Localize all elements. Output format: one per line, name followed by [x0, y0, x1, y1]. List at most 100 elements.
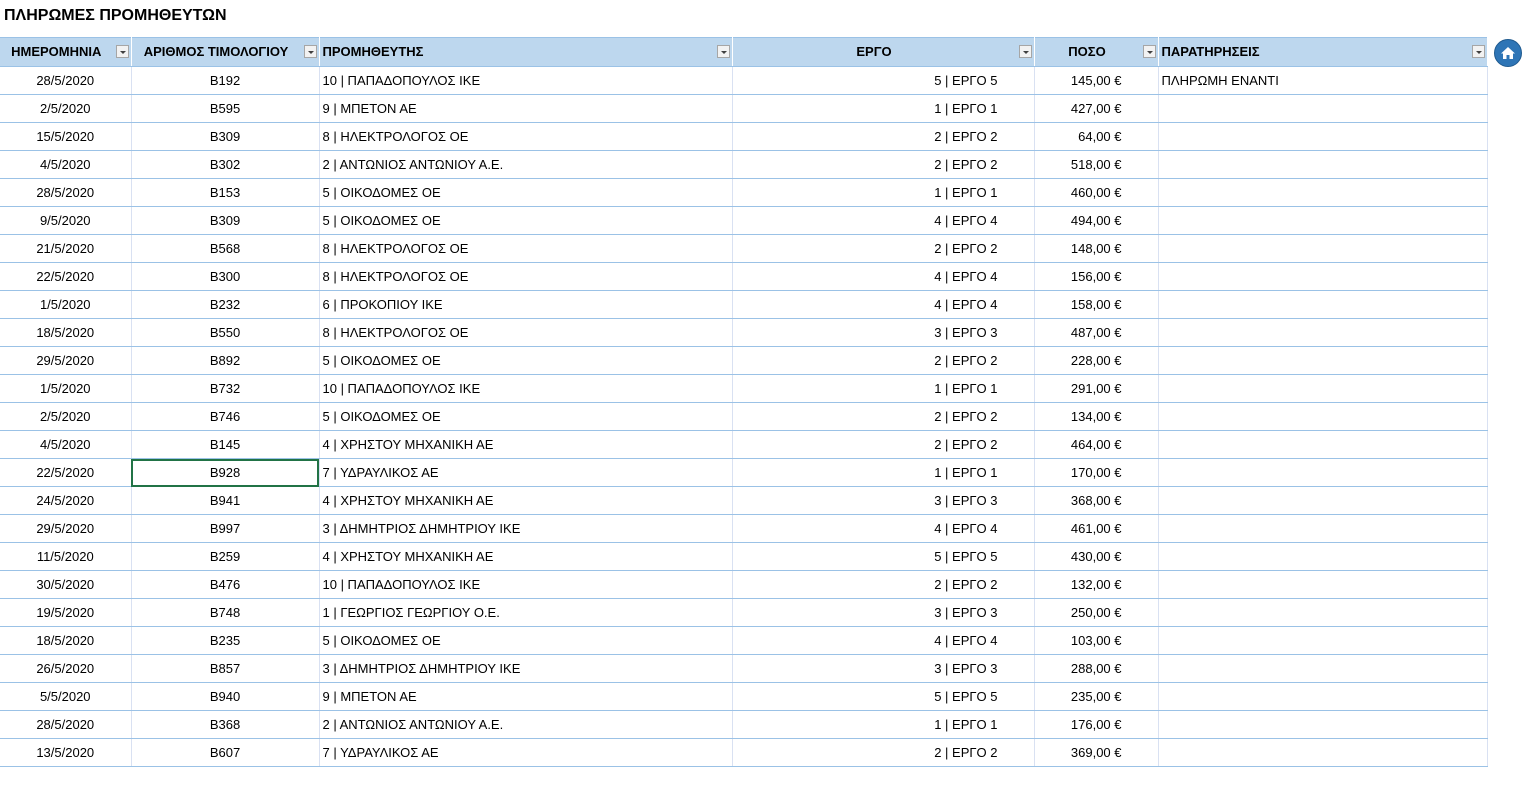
cell-notes[interactable] [1158, 738, 1488, 767]
cell-amount[interactable]: 369,00 € [1034, 738, 1159, 767]
cell-project[interactable]: 3 | ΕΡΓΟ 3 [732, 486, 1035, 515]
cell-date[interactable]: 22/5/2020 [0, 458, 132, 487]
cell-project[interactable]: 3 | ΕΡΓΟ 3 [732, 598, 1035, 627]
cell-date[interactable]: 18/5/2020 [0, 318, 132, 347]
cell-date[interactable]: 1/5/2020 [0, 290, 132, 319]
cell-project[interactable]: 1 | ΕΡΓΟ 1 [732, 458, 1035, 487]
cell-project[interactable]: 1 | ΕΡΓΟ 1 [732, 94, 1035, 123]
cell-project[interactable]: 4 | ΕΡΓΟ 4 [732, 626, 1035, 655]
cell-date[interactable]: 28/5/2020 [0, 66, 132, 95]
cell-amount[interactable]: 145,00 € [1034, 66, 1159, 95]
cell-notes[interactable] [1158, 626, 1488, 655]
cell-date[interactable]: 21/5/2020 [0, 234, 132, 263]
cell-invoice[interactable]: B595 [131, 94, 320, 123]
cell-amount[interactable]: 518,00 € [1034, 150, 1159, 179]
cell-notes[interactable] [1158, 458, 1488, 487]
cell-date[interactable]: 15/5/2020 [0, 122, 132, 151]
filter-dropdown-icon[interactable] [716, 45, 730, 58]
cell-invoice[interactable]: B309 [131, 122, 320, 151]
cell-supplier[interactable]: 8 | ΗΛΕΚΤΡΟΛΟΓΟΣ ΟΕ [319, 234, 733, 263]
filter-dropdown-icon[interactable] [115, 45, 129, 58]
cell-date[interactable]: 22/5/2020 [0, 262, 132, 291]
cell-project[interactable]: 3 | ΕΡΓΟ 3 [732, 318, 1035, 347]
column-header-date[interactable]: ΗΜΕΡΟΜΗΝΙΑ [0, 37, 132, 67]
column-header-invoice[interactable]: ΑΡΙΘΜΟΣ ΤΙΜΟΛΟΓΙΟΥ [131, 37, 320, 67]
home-button[interactable] [1494, 39, 1522, 67]
cell-supplier[interactable]: 7 | ΥΔΡΑΥΛΙΚΟΣ ΑΕ [319, 738, 733, 767]
cell-date[interactable]: 28/5/2020 [0, 710, 132, 739]
filter-dropdown-icon[interactable] [1018, 45, 1032, 58]
cell-invoice[interactable]: B259 [131, 542, 320, 571]
cell-invoice[interactable]: B997 [131, 514, 320, 543]
cell-supplier[interactable]: 10 | ΠΑΠΑΔΟΠΟΥΛΟΣ ΙΚΕ [319, 66, 733, 95]
cell-notes[interactable] [1158, 150, 1488, 179]
cell-project[interactable]: 2 | ΕΡΓΟ 2 [732, 234, 1035, 263]
cell-date[interactable]: 1/5/2020 [0, 374, 132, 403]
cell-date[interactable]: 18/5/2020 [0, 626, 132, 655]
cell-amount[interactable]: 250,00 € [1034, 598, 1159, 627]
cell-project[interactable]: 5 | ΕΡΓΟ 5 [732, 542, 1035, 571]
cell-supplier[interactable]: 8 | ΗΛΕΚΤΡΟΛΟΓΟΣ ΟΕ [319, 318, 733, 347]
cell-amount[interactable]: 368,00 € [1034, 486, 1159, 515]
cell-invoice[interactable]: B550 [131, 318, 320, 347]
cell-date[interactable]: 9/5/2020 [0, 206, 132, 235]
cell-invoice[interactable]: B232 [131, 290, 320, 319]
cell-project[interactable]: 4 | ΕΡΓΟ 4 [732, 262, 1035, 291]
cell-supplier[interactable]: 5 | ΟΙΚΟΔΟΜΕΣ ΟΕ [319, 178, 733, 207]
cell-invoice[interactable]: B732 [131, 374, 320, 403]
cell-invoice[interactable]: B940 [131, 682, 320, 711]
cell-supplier[interactable]: 3 | ΔΗΜΗΤΡΙΟΣ ΔΗΜΗΤΡΙΟΥ ΙΚΕ [319, 654, 733, 683]
cell-amount[interactable]: 430,00 € [1034, 542, 1159, 571]
cell-notes[interactable] [1158, 710, 1488, 739]
cell-amount[interactable]: 156,00 € [1034, 262, 1159, 291]
cell-supplier[interactable]: 6 | ΠΡΟΚΟΠΙΟΥ ΙΚΕ [319, 290, 733, 319]
cell-notes[interactable] [1158, 178, 1488, 207]
cell-invoice[interactable]: B302 [131, 150, 320, 179]
cell-supplier[interactable]: 4 | ΧΡΗΣΤΟΥ ΜΗΧΑΝΙΚΗ ΑΕ [319, 542, 733, 571]
cell-invoice[interactable]: B476 [131, 570, 320, 599]
cell-invoice[interactable]: B153 [131, 178, 320, 207]
cell-invoice[interactable]: B568 [131, 234, 320, 263]
cell-supplier[interactable]: 5 | ΟΙΚΟΔΟΜΕΣ ΟΕ [319, 346, 733, 375]
cell-invoice[interactable]: B145 [131, 430, 320, 459]
filter-dropdown-icon[interactable] [303, 45, 317, 58]
column-header-notes[interactable]: ΠΑΡΑΤΗΡΗΣΕΙΣ [1158, 37, 1488, 67]
cell-date[interactable]: 29/5/2020 [0, 346, 132, 375]
cell-supplier[interactable]: 2 | ΑΝΤΩΝΙΟΣ ΑΝΤΩΝΙΟΥ Α.Ε. [319, 710, 733, 739]
cell-supplier[interactable]: 8 | ΗΛΕΚΤΡΟΛΟΓΟΣ ΟΕ [319, 122, 733, 151]
cell-project[interactable]: 1 | ΕΡΓΟ 1 [732, 374, 1035, 403]
cell-amount[interactable]: 427,00 € [1034, 94, 1159, 123]
cell-notes[interactable] [1158, 94, 1488, 123]
cell-notes[interactable] [1158, 346, 1488, 375]
cell-project[interactable]: 2 | ΕΡΓΟ 2 [732, 430, 1035, 459]
cell-date[interactable]: 4/5/2020 [0, 430, 132, 459]
cell-date[interactable]: 19/5/2020 [0, 598, 132, 627]
cell-date[interactable]: 29/5/2020 [0, 514, 132, 543]
cell-notes[interactable] [1158, 262, 1488, 291]
cell-supplier[interactable]: 5 | ΟΙΚΟΔΟΜΕΣ ΟΕ [319, 402, 733, 431]
cell-supplier[interactable]: 5 | ΟΙΚΟΔΟΜΕΣ ΟΕ [319, 206, 733, 235]
cell-date[interactable]: 11/5/2020 [0, 542, 132, 571]
cell-date[interactable]: 2/5/2020 [0, 402, 132, 431]
cell-amount[interactable]: 170,00 € [1034, 458, 1159, 487]
cell-notes[interactable] [1158, 514, 1488, 543]
cell-notes[interactable] [1158, 318, 1488, 347]
cell-amount[interactable]: 64,00 € [1034, 122, 1159, 151]
cell-amount[interactable]: 487,00 € [1034, 318, 1159, 347]
cell-amount[interactable]: 461,00 € [1034, 514, 1159, 543]
cell-supplier[interactable]: 1 | ΓΕΩΡΓΙΟΣ ΓΕΩΡΓΙΟΥ Ο.Ε. [319, 598, 733, 627]
cell-project[interactable]: 5 | ΕΡΓΟ 5 [732, 682, 1035, 711]
cell-project[interactable]: 2 | ΕΡΓΟ 2 [732, 570, 1035, 599]
cell-supplier[interactable]: 10 | ΠΑΠΑΔΟΠΟΥΛΟΣ ΙΚΕ [319, 570, 733, 599]
cell-date[interactable]: 30/5/2020 [0, 570, 132, 599]
cell-invoice[interactable]: B607 [131, 738, 320, 767]
cell-amount[interactable]: 291,00 € [1034, 374, 1159, 403]
cell-notes[interactable] [1158, 402, 1488, 431]
cell-amount[interactable]: 158,00 € [1034, 290, 1159, 319]
filter-dropdown-icon[interactable] [1471, 45, 1485, 58]
cell-project[interactable]: 1 | ΕΡΓΟ 1 [732, 710, 1035, 739]
cell-supplier[interactable]: 10 | ΠΑΠΑΔΟΠΟΥΛΟΣ ΙΚΕ [319, 374, 733, 403]
cell-invoice[interactable]: B300 [131, 262, 320, 291]
cell-supplier[interactable]: 4 | ΧΡΗΣΤΟΥ ΜΗΧΑΝΙΚΗ ΑΕ [319, 430, 733, 459]
cell-notes[interactable] [1158, 570, 1488, 599]
